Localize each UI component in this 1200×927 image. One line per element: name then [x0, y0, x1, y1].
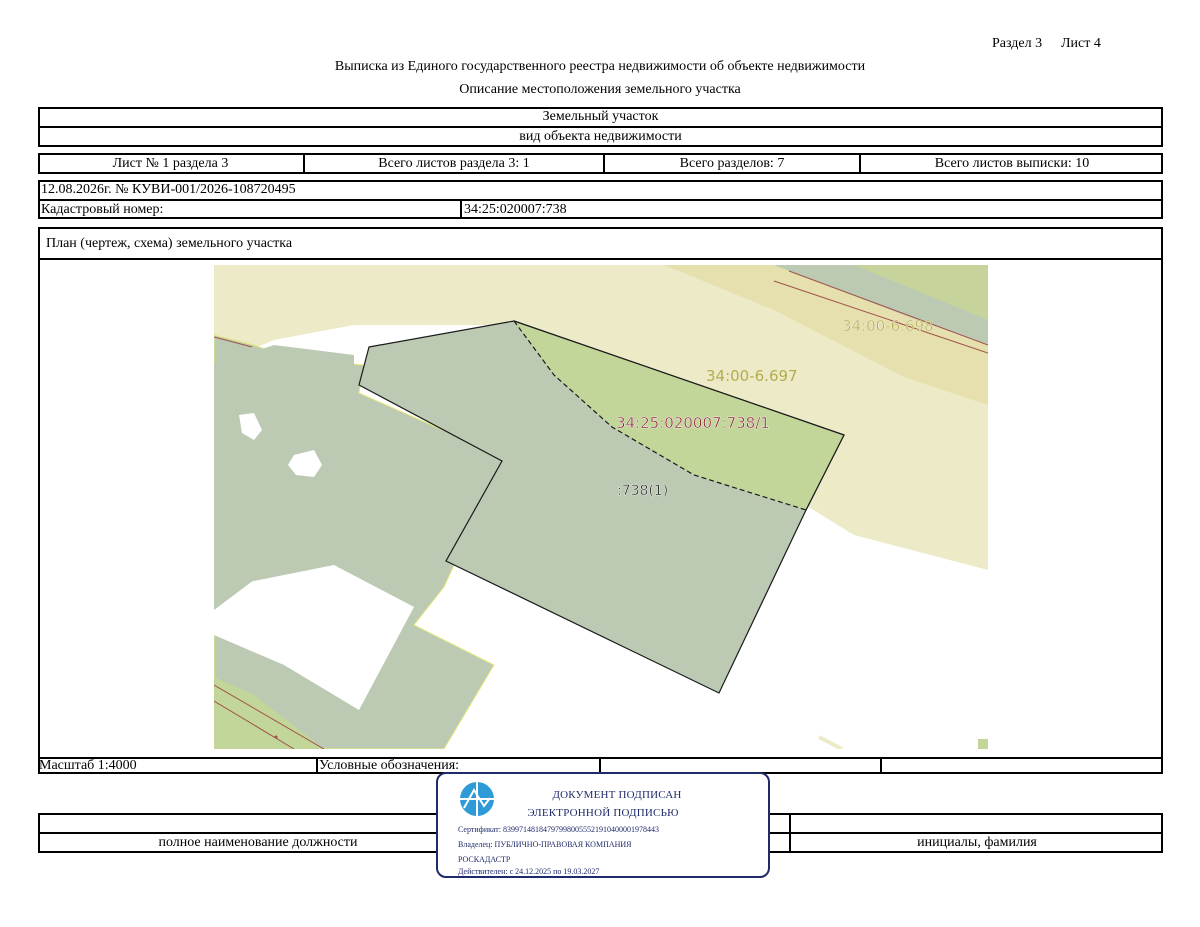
divider — [316, 757, 318, 774]
divider — [38, 258, 1163, 260]
divider — [38, 126, 1163, 128]
stamp-owner-line-2: РОСКАДАСТР — [458, 855, 511, 864]
stamp-validity: Действителен: с 24.12.2025 по 19.03.2027 — [458, 867, 600, 876]
parcel-738-label: :738(1) — [617, 483, 668, 499]
stamp-owner-line-1: Владелец: ПУБЛИЧНО-ПРАВОВАЯ КОМПАНИЯ — [458, 840, 632, 849]
record-date-number: 12.08.2026г. № КУВИ-001/2026-108720495 — [41, 182, 296, 197]
total-sections: Всего разделов: 7 — [679, 156, 785, 171]
total-extract-sheets: Всего листов выписки: 10 — [934, 156, 1090, 171]
part-738-1-label: 34:25:020007:738/1 — [616, 414, 770, 432]
zone-698-label: 34:00-6.698 — [842, 317, 934, 335]
cadastral-number-value: 34:25:020007:738 — [464, 202, 567, 217]
divider — [880, 757, 882, 774]
legend-label: Условные обозначения: — [319, 758, 460, 773]
total-section-sheets: Всего листов раздела 3: 1 — [378, 156, 530, 171]
divider — [38, 199, 1163, 201]
position-caption: полное наименование должности — [158, 835, 358, 850]
object-type-caption: вид объекта недвижимости — [519, 129, 682, 144]
map-edge-mark — [978, 739, 988, 749]
object-type: Земельный участок — [542, 109, 659, 124]
document-title: Выписка из Единого государственного реес… — [334, 59, 866, 74]
sheet-number: Лист № 1 раздела 3 — [112, 156, 229, 171]
electronic-signature-stamp: ДОКУМЕНТ ПОДПИСАН ЭЛЕКТРОННОЙ ПОДПИСЬЮ С… — [436, 772, 770, 878]
cadastral-number-label: Кадастровый номер: — [41, 202, 164, 217]
sheet-label: Лист 4 — [1061, 36, 1101, 51]
name-caption: инициалы, фамилия — [917, 835, 1037, 850]
stamp-line-2: ЭЛЕКТРОННОЙ ПОДПИСЬЮ — [527, 807, 679, 819]
stamp-certificate: Сертификат: 8399714818479799800555219104… — [458, 825, 659, 834]
divider — [460, 199, 462, 219]
document-subtitle: Описание местоположения земельного участ… — [459, 82, 741, 97]
plan-map: 34:00-6.698 34:00-6.697 34:25:020007:738… — [214, 265, 988, 749]
section-label: Раздел 3 — [992, 36, 1043, 51]
map-point — [274, 735, 278, 739]
stamp-line-1: ДОКУМЕНТ ПОДПИСАН — [552, 789, 682, 801]
map-scale: Масштаб 1:4000 — [39, 758, 137, 773]
plan-title: План (чертеж, схема) земельного участка — [46, 236, 293, 251]
zone-697-label: 34:00-6.697 — [706, 367, 798, 385]
